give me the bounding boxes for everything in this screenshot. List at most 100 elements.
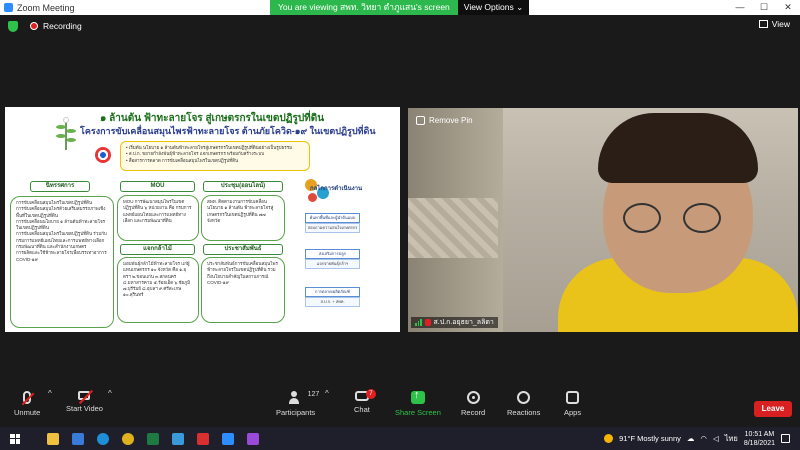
shared-screen-slide: ๑ ล้านต้น ฟ้าทะลายโจร สู่เกษตรกรในเขตปฏิ… bbox=[5, 107, 400, 332]
chevron-down-icon: ⌄ bbox=[516, 2, 524, 12]
section-box-mou: MOU การพัฒนาสมุนไพรในเขตปฏิรูปที่ดิน ๖ ห… bbox=[117, 195, 199, 241]
apps-button[interactable]: Apps bbox=[564, 391, 581, 417]
section-tag-meeting: ประชุม(ออนไลน์) bbox=[203, 181, 283, 192]
paint-icon[interactable] bbox=[247, 432, 259, 445]
process-step-sub: แจกจ่ายพันธุ์กล้าฯ bbox=[305, 259, 360, 269]
system-tray: 91°F Mostly sunny ☁ ◠ ◁ ไทย 10:51 AM 8/1… bbox=[604, 427, 790, 450]
close-icon[interactable]: ✕ bbox=[776, 0, 800, 15]
window-controls: — ☐ ✕ bbox=[728, 0, 800, 15]
glasses-right-lens bbox=[683, 203, 721, 233]
list-item: การขับเคลื่อนสมุนไพรในเขตปฏิรูปที่ดิน ร่… bbox=[16, 231, 107, 243]
cloud-icon[interactable]: ☁ bbox=[687, 434, 695, 443]
file-explorer-icon[interactable] bbox=[47, 432, 59, 445]
windows-taskbar: 91°F Mostly sunny ☁ ◠ ◁ ไทย 10:51 AM 8/1… bbox=[0, 427, 800, 450]
process-step: ส่งเสริมการปลูก bbox=[305, 249, 360, 259]
participant-video-tile[interactable]: Remove Pin ส.ป.ก.อยุธยา_ลลิตา bbox=[408, 108, 798, 332]
zoom-taskbar-icon[interactable] bbox=[222, 432, 234, 445]
process-step-sub: ส.ป.ก. + สพท. bbox=[305, 297, 360, 307]
share-banner: You are viewing สพท. วิทยา ตำภูแสน's scr… bbox=[270, 0, 530, 15]
viewing-screen-label: You are viewing สพท. วิทยา ตำภูแสน's scr… bbox=[270, 0, 458, 15]
target-icon bbox=[95, 147, 111, 163]
weather-text[interactable]: 91°F Mostly sunny bbox=[619, 434, 681, 443]
chat-unread-badge: 7 bbox=[365, 389, 376, 399]
view-button[interactable]: View bbox=[758, 19, 790, 29]
pin-icon bbox=[416, 116, 425, 125]
chat-icon: 7 bbox=[354, 389, 376, 401]
herb-plant-icon bbox=[56, 117, 76, 150]
reactions-icon bbox=[517, 391, 531, 404]
section-box-exhibition: การขับเคลื่อนสมุนไพรในเขตปฏิรูปที่ดิน กา… bbox=[10, 196, 114, 328]
weather-sun-icon bbox=[604, 434, 614, 443]
record-icon bbox=[466, 391, 480, 404]
record-button[interactable]: Record bbox=[461, 391, 485, 417]
windows-start-icon[interactable] bbox=[10, 433, 20, 444]
meeting-toolbar: Unmute ^ Start Video ^ 127 Participants … bbox=[0, 387, 800, 425]
process-title: กลไกการดำเนินงาน bbox=[310, 186, 363, 192]
section-tag-mou: MOU bbox=[120, 181, 195, 192]
excel-icon[interactable] bbox=[147, 432, 159, 445]
recording-dot-icon bbox=[30, 22, 38, 30]
participants-button[interactable]: 127 Participants bbox=[276, 391, 319, 417]
audio-options-caret[interactable]: ^ bbox=[48, 389, 52, 398]
volume-icon[interactable]: ◁ bbox=[713, 434, 719, 443]
background-shelf bbox=[408, 198, 498, 258]
meeting-topbar: Recording View bbox=[0, 15, 800, 37]
window-titlebar: Zoom Meeting You are viewing สพท. วิทยา … bbox=[0, 0, 800, 15]
person-hair bbox=[598, 113, 758, 183]
recording-label[interactable]: Recording bbox=[43, 21, 82, 31]
muted-mic-icon bbox=[424, 319, 431, 326]
section-tag-seedlings: แจกกล้าไม้ bbox=[120, 244, 195, 255]
share-screen-icon bbox=[410, 389, 425, 404]
chat-button[interactable]: 7 Chat bbox=[354, 389, 376, 414]
clock[interactable]: 10:51 AM 8/18/2021 bbox=[744, 430, 775, 448]
objectives-box: • เริ่มต้น นโยบาย ๑ ล้านต้นฟ้าทะลายโจรสู… bbox=[120, 141, 310, 171]
list-item: การขับเคลื่อนนโยบาย ๑ ล้านต้นฟ้าทะลายโจร… bbox=[16, 218, 106, 231]
grid-view-icon bbox=[758, 20, 768, 28]
pdf-reader-icon[interactable] bbox=[197, 432, 209, 445]
encryption-shield-icon[interactable] bbox=[8, 20, 18, 32]
participants-icon: 127 bbox=[288, 391, 319, 404]
process-step: การตลาด/ผลิตภัณฑ์ bbox=[305, 287, 360, 297]
section-tag-pr: ประชาสัมพันธ์ bbox=[203, 244, 283, 255]
remove-pin-button[interactable]: Remove Pin bbox=[416, 116, 473, 125]
list-item: การขับเคลื่อนสมุนไพรด้วยเสริมสมรรถภาพเชิ… bbox=[16, 206, 106, 218]
microphone-muted-icon bbox=[23, 391, 32, 404]
section-box-seedlings: มอบพันธุ์กล้าไม้ฟ้าทะลายโจร แก่ผู้แทนเกษ… bbox=[117, 257, 199, 323]
objective-item: • สื่อสารการตลาด การขับเคลื่อนสมุนไพรในเ… bbox=[126, 157, 239, 163]
section-tag-exhibition: นิทรรศการ bbox=[30, 181, 90, 192]
store-icon[interactable] bbox=[72, 432, 84, 445]
participant-name: ส.ป.ก.อยุธยา_ลลิตา bbox=[433, 319, 494, 326]
network-icon[interactable]: ◠ bbox=[700, 434, 707, 443]
edge-browser-icon[interactable] bbox=[97, 432, 109, 445]
participant-name-tag: ส.ป.ก.อยุธยา_ลลิตา bbox=[411, 317, 498, 328]
list-item: การผลิตและใช้ฟ้าทะลายโจรเพื่อบรรเทาอาการ… bbox=[16, 250, 107, 262]
leave-button[interactable]: Leave bbox=[754, 401, 792, 417]
signal-strength-icon bbox=[415, 319, 422, 326]
view-options-button[interactable]: View Options ⌄ bbox=[457, 0, 530, 15]
list-item: MOU การพัฒนาสมุนไพรในเขตปฏิรูปที่ดิน ๖ ห… bbox=[123, 199, 192, 223]
input-language[interactable]: ไทย bbox=[725, 433, 738, 445]
list-item: มอบพันธุ์กล้าไม้ฟ้าทะลายโจร แก่ผู้แทนเกษ… bbox=[123, 261, 191, 298]
section-box-pr: ประชาสัมพันธ์การขับเคลื่อนสมุนไพรฟ้าทะลา… bbox=[201, 257, 285, 323]
process-step: ค้นหาพื้นที่และผู้นำต้นแบบ bbox=[305, 213, 360, 223]
participants-count: 127 bbox=[307, 391, 320, 398]
zoom-window: Zoom Meeting You are viewing สพท. วิทยา … bbox=[0, 0, 800, 450]
window-title: Zoom Meeting bbox=[17, 2, 75, 13]
maximize-icon[interactable]: ☐ bbox=[752, 0, 776, 15]
chrome-browser-icon[interactable] bbox=[122, 432, 134, 445]
share-screen-button[interactable]: Share Screen bbox=[395, 389, 441, 417]
glasses-left-lens bbox=[623, 203, 661, 233]
participants-options-caret[interactable]: ^ bbox=[325, 389, 329, 398]
list-item: สพท. ติดตามงานการขับเคลื่อนนโยบาย ๑ ล้าน… bbox=[207, 199, 274, 223]
video-options-caret[interactable]: ^ bbox=[108, 389, 112, 398]
notifications-icon[interactable] bbox=[781, 434, 790, 443]
start-video-button[interactable]: Start Video bbox=[66, 391, 103, 413]
slide-subtitle: โครงการขับเคลื่อนสมุนไพรฟ้าทะลายโจร ต้าน… bbox=[80, 126, 376, 136]
video-camera-off-icon bbox=[78, 391, 91, 400]
unmute-button[interactable]: Unmute bbox=[14, 391, 40, 417]
zoom-icon bbox=[4, 3, 13, 12]
list-item: ประชาสัมพันธ์การขับเคลื่อนสมุนไพรฟ้าทะลา… bbox=[207, 261, 278, 285]
photos-icon[interactable] bbox=[172, 432, 184, 445]
reactions-button[interactable]: Reactions bbox=[507, 391, 540, 417]
minimize-icon[interactable]: — bbox=[728, 0, 752, 15]
